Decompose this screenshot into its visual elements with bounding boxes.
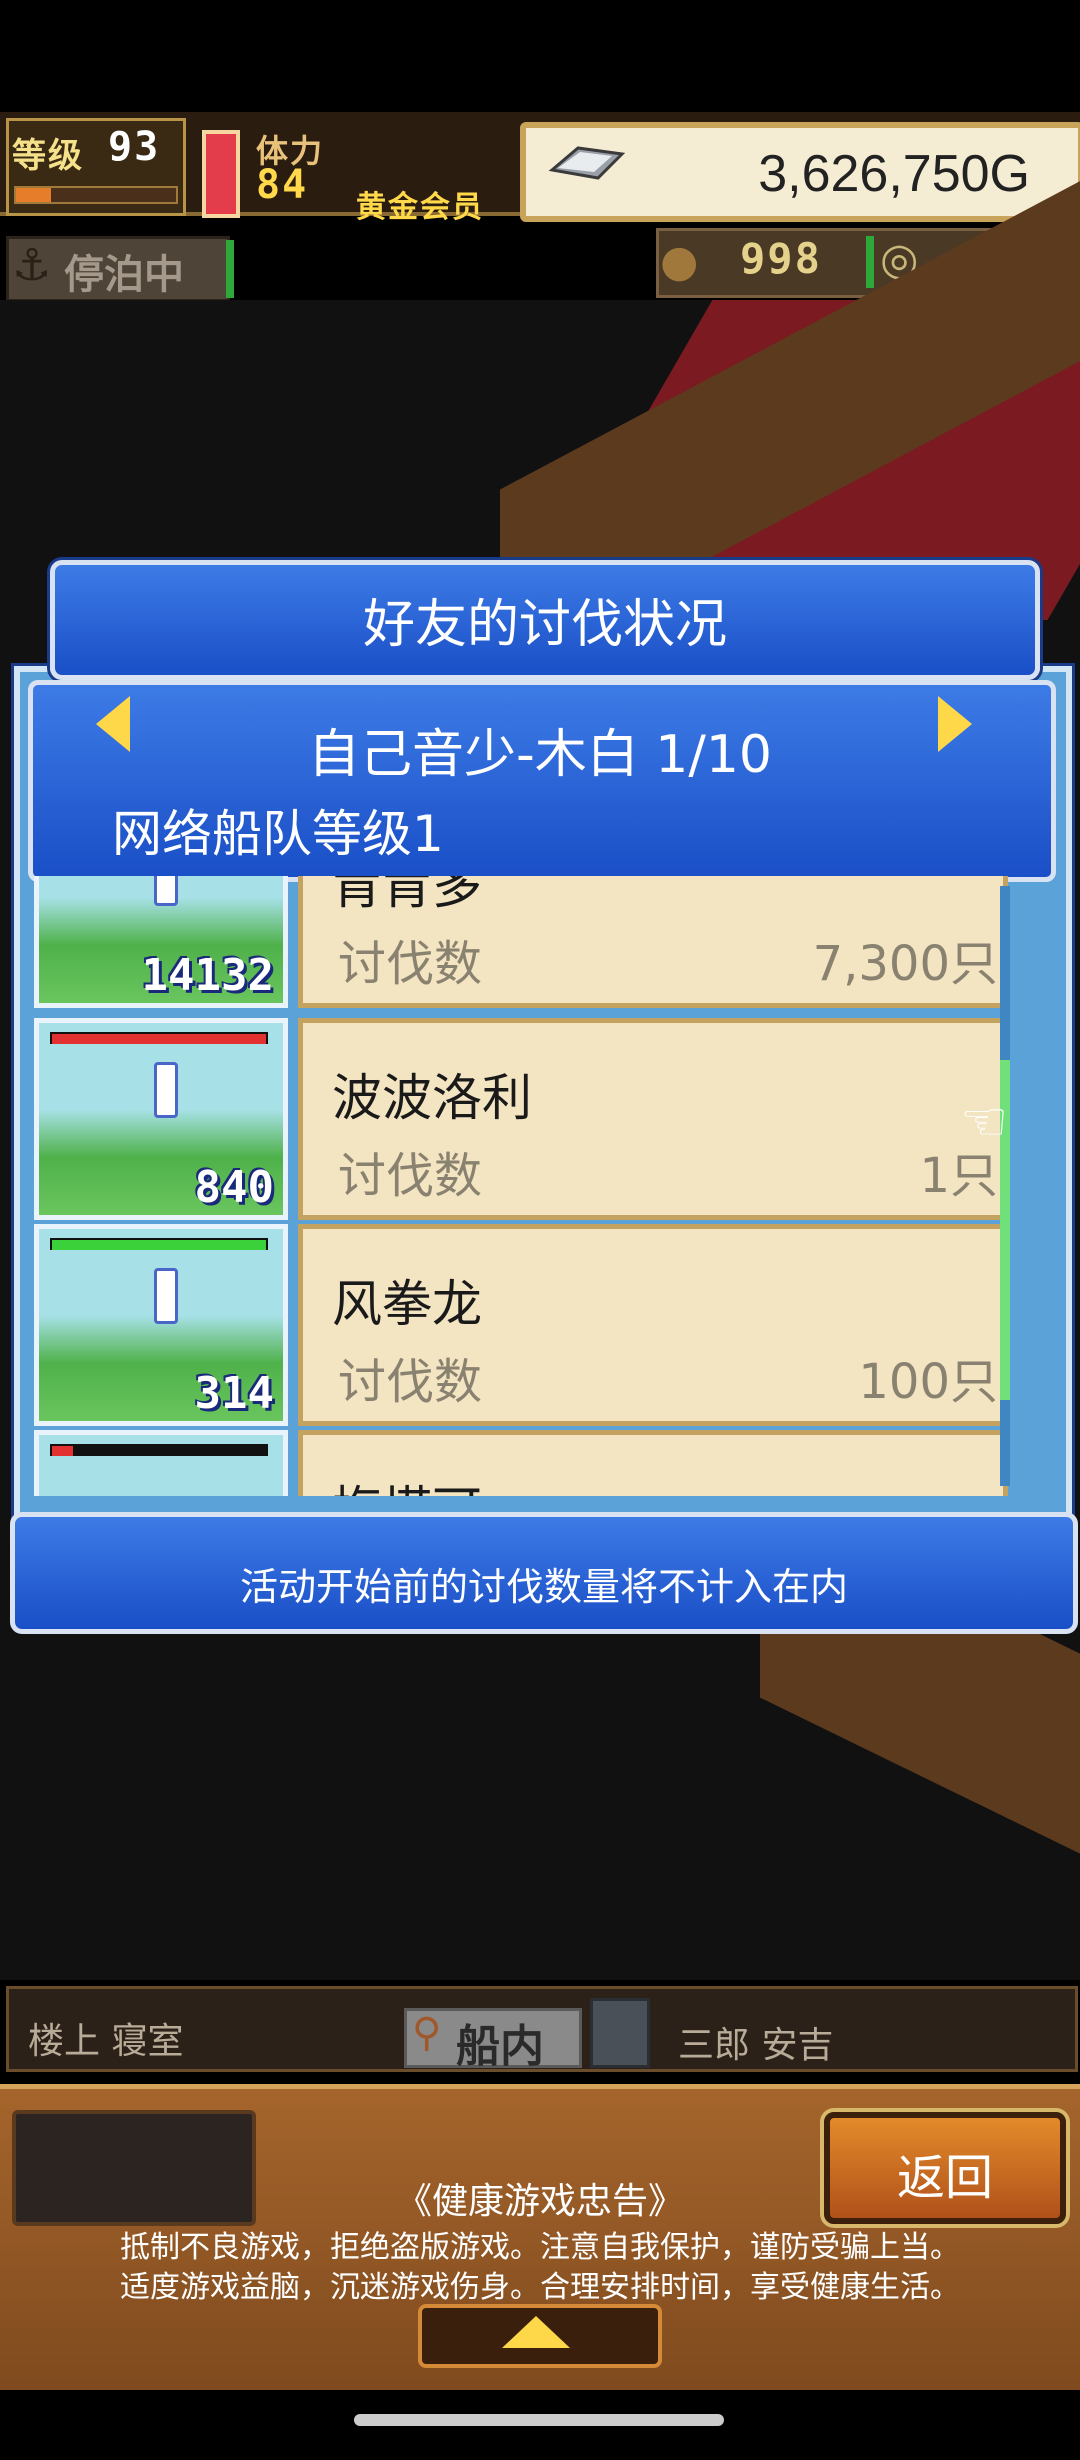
hp-fill bbox=[52, 1240, 266, 1250]
hp-fill bbox=[52, 1446, 73, 1456]
next-friend-button[interactable] bbox=[938, 696, 972, 752]
hp-fill bbox=[52, 1034, 266, 1044]
location-room: 楼上 寝室 bbox=[28, 2021, 184, 2062]
monster-count: 840 bbox=[194, 1162, 274, 1213]
stamina-value: 84 bbox=[256, 162, 309, 208]
location-crew: 三郎 安吉 bbox=[678, 2025, 834, 2066]
monster-name: 梅塔可 bbox=[332, 1470, 482, 1496]
stamina-gauge bbox=[202, 130, 240, 218]
monster-count: 314 bbox=[194, 1368, 274, 1419]
alert-icon bbox=[154, 876, 178, 906]
monster-name: 风拳龙 bbox=[332, 1275, 482, 1333]
gold-bar-icon bbox=[548, 146, 626, 180]
knight-icon bbox=[590, 1998, 650, 2068]
up-arrow-icon bbox=[502, 2316, 570, 2348]
meat-value: 998 bbox=[740, 234, 822, 283]
monster-list[interactable]: 14132 肯肯多 讨伐数 7,300只 840 波波洛利 讨伐数 1只 314… bbox=[28, 876, 1020, 1496]
fleet-level: 网络船队等级1 bbox=[112, 805, 444, 863]
home-indicator[interactable] bbox=[354, 2414, 724, 2426]
anchor-status-indicator bbox=[226, 240, 234, 298]
ship-interior-label: 船内 bbox=[456, 2021, 544, 2072]
system-status-strip bbox=[0, 0, 1080, 112]
friend-name: 自己音少-木白 1/10 bbox=[307, 725, 773, 785]
anchor-status-label: 停泊中 bbox=[64, 252, 184, 298]
meat-icon: ● bbox=[660, 236, 699, 287]
alert-icon bbox=[154, 1062, 178, 1118]
list-item[interactable]: 840 波波洛利 讨伐数 1只 bbox=[28, 1018, 1020, 1224]
health-notice-line2: 适度游戏益脑，沉迷游戏伤身。合理安排时间，享受健康生活。 bbox=[120, 2270, 960, 2305]
health-notice-line1: 抵制不良游戏，拒绝盗版游戏。注意自我保护，谨防受骗上当。 bbox=[120, 2230, 960, 2265]
kill-label: 讨伐数 bbox=[338, 1354, 483, 1410]
kill-label: 讨伐数 bbox=[338, 1148, 483, 1204]
alert-icon bbox=[154, 1268, 178, 1324]
kill-count: 7,300只 bbox=[812, 936, 998, 992]
kill-count: 100只 bbox=[858, 1354, 998, 1410]
notice-text: 活动开始前的讨伐数量将不计入在内 bbox=[239, 1565, 848, 1609]
prev-friend-button[interactable] bbox=[96, 696, 130, 752]
kill-count: 1只 bbox=[919, 1148, 998, 1204]
anchor-icon: ⚓ bbox=[12, 240, 52, 291]
gold-value: 3,626,750G bbox=[758, 145, 1030, 203]
list-item[interactable]: 14132 肯肯多 讨伐数 7,300只 bbox=[28, 876, 1020, 1012]
resource-separator bbox=[866, 236, 874, 288]
kill-label: 讨伐数 bbox=[338, 936, 483, 992]
member-badge: 黄金会员 bbox=[356, 190, 484, 225]
ship-icon: ⚲ bbox=[412, 2010, 442, 2056]
list-item[interactable]: 梅塔可 bbox=[28, 1430, 1020, 1496]
pointer-hand-icon: ☜ bbox=[960, 1090, 1009, 1153]
level-exp-fill bbox=[16, 188, 51, 202]
list-item[interactable]: 314 风拳龙 讨伐数 100只 bbox=[28, 1224, 1020, 1430]
monster-name: 波波洛利 bbox=[332, 1069, 532, 1127]
monster-portrait bbox=[34, 1430, 288, 1496]
hp-bar bbox=[50, 1444, 268, 1456]
panel-title: 好友的讨伐状况 bbox=[362, 595, 727, 655]
monster-name: 肯肯多 bbox=[332, 876, 482, 915]
health-notice-title: 《健康游戏忠告》 bbox=[395, 2181, 684, 2222]
level-value: 93 bbox=[108, 124, 161, 170]
level-label: 等级 bbox=[12, 136, 84, 176]
monster-count: 14132 bbox=[141, 950, 274, 1001]
